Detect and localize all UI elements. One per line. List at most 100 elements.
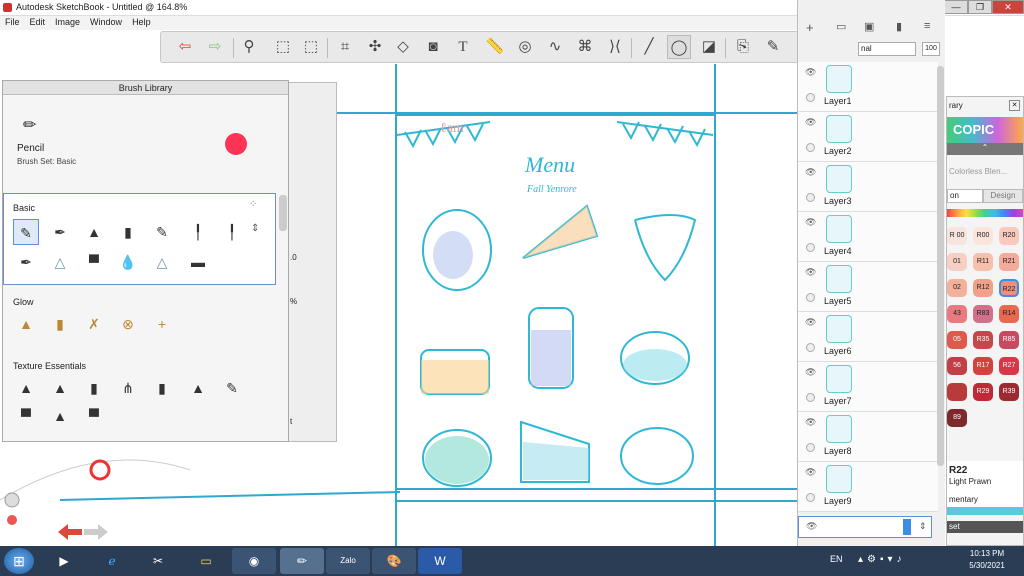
resize-arrows-icon[interactable]: ⇕ — [251, 223, 259, 234]
ellipse-icon[interactable]: ◯ — [667, 35, 691, 59]
copic-swatch[interactable]: R83 — [973, 305, 993, 323]
redo-icon[interactable]: ⇨ — [203, 35, 227, 59]
copic-swatch[interactable]: R12 — [973, 279, 993, 297]
active-layer-row[interactable]: 👁 ⇕ — [798, 516, 932, 538]
fine-brush-icon[interactable]: ╿ — [185, 219, 211, 245]
marker-brush-icon[interactable]: ▲ — [81, 219, 107, 245]
texture-brush-6-icon[interactable]: ▲ — [185, 375, 211, 401]
layer-row[interactable]: 👁 Layer7 — [798, 362, 938, 412]
copic-swatch[interactable]: R 00 — [947, 227, 967, 245]
internet-explorer-icon[interactable]: ℯ — [92, 548, 132, 574]
texture-brush-5-icon[interactable]: ▮ — [149, 375, 175, 401]
text-icon[interactable]: T — [451, 35, 475, 59]
pen-brush-icon[interactable]: ✒ — [13, 249, 39, 275]
copic-swatch[interactable] — [947, 383, 967, 401]
glow-brush-1-icon[interactable]: ▲ — [13, 311, 39, 337]
settings-dotted-icon[interactable]: ⁘ — [249, 199, 257, 210]
copic-swatch[interactable]: R29 — [973, 383, 993, 401]
maximize-button[interactable]: ❐ — [968, 0, 992, 14]
copic-swatch[interactable]: 01 — [947, 253, 967, 271]
glow-brush-2-icon[interactable]: ▮ — [47, 311, 73, 337]
start-button[interactable]: ⊞ — [4, 548, 34, 574]
glow-brush-5-icon[interactable]: + — [149, 311, 175, 337]
copic-search-field[interactable]: Colorless Blen... — [949, 167, 1007, 176]
brush-library-scrollbar[interactable] — [279, 195, 287, 231]
technical-pen-icon[interactable]: ╿ — [219, 219, 245, 245]
layer-scrollbar[interactable] — [937, 66, 944, 466]
copic-swatch[interactable]: R11 — [973, 253, 993, 271]
layer-row[interactable]: 👁 Layer6 — [798, 312, 938, 362]
zoom-icon[interactable]: ⚲ — [237, 35, 261, 59]
visibility-eye-icon[interactable]: 👁 — [805, 267, 816, 278]
layer-row[interactable]: 👁 Layer5 — [798, 262, 938, 312]
visibility-eye-icon[interactable]: 👁 — [805, 367, 816, 378]
color-family-strip[interactable] — [947, 209, 1023, 217]
layer-row[interactable]: 👁 Layer3 — [798, 162, 938, 212]
clock-time[interactable]: 10:13 PM — [962, 549, 1012, 558]
copic-swatch[interactable]: 56 — [947, 357, 967, 375]
add-layer-icon[interactable]: + — [806, 20, 814, 35]
layer-menu-icon[interactable]: ≡ — [924, 20, 930, 32]
copic-swatch[interactable]: R35 — [973, 331, 993, 349]
minimize-button[interactable]: — — [944, 0, 968, 14]
visibility-eye-icon[interactable]: 👁 — [805, 117, 816, 128]
language-indicator[interactable]: EN — [830, 554, 843, 564]
visibility-eye-icon[interactable]: 👁 — [805, 67, 816, 78]
resize-arrows-icon[interactable]: ⇕ — [919, 521, 927, 532]
texture-brush-2-icon[interactable]: ▲ — [47, 375, 73, 401]
menu-window[interactable]: Window — [85, 16, 127, 28]
file-explorer-icon[interactable]: ▭ — [184, 548, 228, 574]
copic-swatch[interactable]: R27 — [999, 357, 1019, 375]
fill-icon[interactable]: ◙ — [421, 35, 445, 59]
shapes-icon[interactable]: ◪ — [697, 35, 721, 59]
size-value[interactable]: .0 — [290, 253, 297, 262]
tray-icons[interactable]: ▴⚙▪▾♪ — [858, 554, 906, 565]
layer-row[interactable]: 👁 Layer4 — [798, 212, 938, 262]
sketchbook-taskbar-icon[interactable]: ✏ — [280, 548, 324, 574]
copic-close-icon[interactable]: ✕ — [1009, 100, 1020, 111]
delete-layer-icon[interactable]: ▮ — [896, 20, 902, 33]
lagoon-tool-wheel[interactable] — [0, 440, 400, 546]
opacity-value[interactable]: % — [290, 297, 297, 306]
airbrush-icon[interactable]: △ — [47, 249, 73, 275]
paint-icon[interactable]: 🎨 — [372, 548, 416, 574]
layer-row[interactable]: 👁 Layer2 — [798, 112, 938, 162]
visibility-eye-icon[interactable]: 👁 — [805, 317, 816, 328]
crop-icon[interactable]: ⌗ — [333, 35, 357, 59]
lasso-select-icon[interactable]: ⬚ — [299, 35, 323, 59]
visibility-eye-icon[interactable]: 👁 — [805, 467, 816, 478]
copy-paste-icon[interactable]: ⎘ — [731, 35, 755, 59]
inking-brush-icon[interactable]: ✒ — [47, 219, 73, 245]
image-layer-icon[interactable]: ▣ — [864, 20, 874, 33]
french-curve-icon[interactable]: ∿ — [543, 35, 567, 59]
texture-brush-3-icon[interactable]: ▮ — [81, 375, 107, 401]
copic-swatch[interactable]: R00 — [973, 227, 993, 245]
soft-airbrush-icon[interactable]: △ — [149, 249, 175, 275]
layer-row[interactable]: 👁 Layer1 — [798, 62, 938, 112]
menu-file[interactable]: File — [0, 16, 25, 28]
reset-button[interactable]: set — [947, 521, 1023, 533]
folder-icon[interactable]: ▭ — [836, 20, 846, 33]
visibility-eye-icon[interactable]: 👁 — [805, 217, 816, 228]
copic-swatch[interactable]: 05 — [947, 331, 967, 349]
perspective-icon[interactable]: ⌘ — [573, 35, 597, 59]
texture-brush-10-icon[interactable]: ▀ — [81, 403, 107, 429]
texture-brush-4-icon[interactable]: ⋔ — [115, 375, 141, 401]
zalo-icon[interactable]: Zalo — [326, 548, 370, 574]
tab-collection[interactable]: on — [947, 189, 983, 203]
menu-help[interactable]: Help — [127, 16, 156, 28]
visibility-eye-icon[interactable]: 👁 — [805, 167, 816, 178]
copic-swatch[interactable]: 89 — [947, 409, 967, 427]
brushes-icon[interactable]: ✎ — [761, 35, 785, 59]
blend-mode-select[interactable]: nal — [858, 42, 916, 56]
copic-swatch[interactable]: R17 — [973, 357, 993, 375]
texture-brush-8-icon[interactable]: ▀ — [13, 403, 39, 429]
layer-opacity-field[interactable]: 100 — [922, 42, 940, 56]
copic-swatch[interactable]: R39 — [999, 383, 1019, 401]
texture-brush-9-icon[interactable]: ▲ — [47, 403, 73, 429]
eraser-icon[interactable]: ▬ — [185, 249, 211, 275]
hard-eraser-icon[interactable]: ▀ — [81, 249, 107, 275]
menu-edit[interactable]: Edit — [25, 16, 51, 28]
media-player-icon[interactable]: ▶ — [44, 548, 84, 574]
undo-icon[interactable]: ⇦ — [173, 35, 197, 59]
